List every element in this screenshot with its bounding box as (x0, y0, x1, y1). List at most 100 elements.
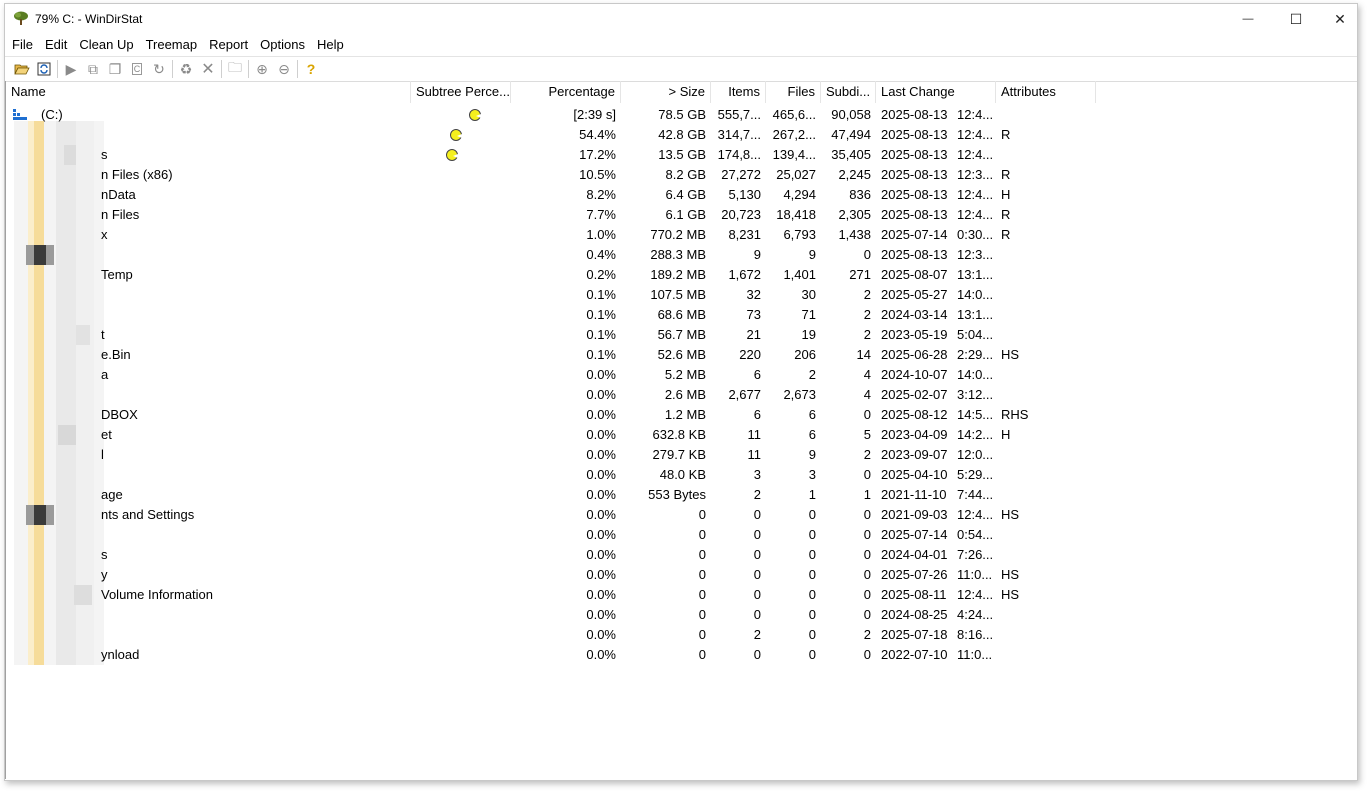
table-row[interactable]: s 0.0% 0 0 0 0 2024-04-01 7:26... (6, 545, 1106, 565)
folder-button[interactable]: 🗀 (224, 59, 246, 79)
row-attributes: H (1001, 187, 1011, 202)
list-rows: (C:) [2:39 s] 78.5 GB 555,7... 465,6... 90,05… (6, 105, 1106, 665)
table-row[interactable]: age 0.0% 553 Bytes 2 1 1 2021-11-10 7:44... (6, 485, 1106, 505)
csv-button[interactable]: C (126, 59, 148, 79)
row-items: 11 (747, 447, 762, 462)
column-items[interactable]: Items (711, 81, 766, 103)
subtree-percentage-pacman (445, 149, 458, 161)
table-row[interactable]: ynload 0.0% 0 0 0 0 2022-07-10 11:0... (6, 645, 1106, 665)
table-row[interactable]: nts and Settings 0.0% 0 0 0 0 2021-09-03 12:4..… (6, 505, 1106, 525)
close-button[interactable]: ✕ (1317, 4, 1357, 34)
table-row[interactable]: 0.0% 0 2 0 2 2025-07-18 8:16... (6, 625, 1106, 645)
row-percentage: 0.0% (586, 487, 616, 502)
redo-icon: ↻ (153, 60, 165, 77)
row-files: 0 (808, 507, 816, 522)
table-row[interactable]: et 0.0% 632.8 KB 11 6 5 2023-04-09 14:2... H (6, 425, 1106, 445)
table-row[interactable]: nData 8.2% 6.4 GB 5,130 4,294 836 2025-08-13 12… (6, 185, 1106, 205)
table-row[interactable]: n Files 7.7% 6.1 GB 20,723 18,418 2,305 2025-0… (6, 205, 1106, 225)
recycle-button[interactable]: ♻ (175, 59, 197, 79)
row-percentage: 0.0% (586, 627, 616, 642)
row-files: 2,673 (783, 387, 816, 402)
table-row[interactable]: Volume Information 0.0% 0 0 0 0 2025-08-11 12:4… (6, 585, 1106, 605)
title-bar[interactable]: 79% C: - WinDirStat — ☐ ✕ (5, 4, 1357, 34)
column-last-change[interactable]: Last Change (876, 81, 996, 103)
column-size[interactable]: > Size (621, 81, 711, 103)
row-name: nData (101, 187, 136, 202)
zoom-out-icon: ⊖ (278, 60, 290, 77)
minimize-button[interactable]: — (1225, 4, 1271, 34)
column-files[interactable]: Files (766, 81, 821, 103)
delete-button[interactable]: ✕ (197, 59, 219, 79)
redo-button[interactable]: ↻ (148, 59, 170, 79)
table-row[interactable]: 0.1% 107.5 MB 32 30 2 2025-05-27 14:0... (6, 285, 1106, 305)
table-row[interactable]: e.Bin 0.1% 52.6 MB 220 206 14 2025-06-28 2:29..… (6, 345, 1106, 365)
row-percentage: 0.0% (586, 527, 616, 542)
menu-clean-up[interactable]: Clean Up (73, 35, 139, 55)
menu-edit[interactable]: Edit (39, 35, 73, 55)
row-name (96, 285, 406, 305)
row-attributes: HS (1001, 567, 1020, 582)
directory-list[interactable]: Name Subtree Perce... Percentage > Size … (5, 81, 1352, 779)
row-subdirs: 47,494 (831, 127, 871, 142)
menu-help[interactable]: Help (311, 35, 350, 55)
table-row[interactable]: 0.0% 2.6 MB 2,677 2,673 4 2025-02-07 3:12... (6, 385, 1106, 405)
menu-report[interactable]: Report (203, 35, 254, 55)
column-name[interactable]: Name (6, 81, 411, 103)
column-percentage[interactable]: Percentage (511, 81, 621, 103)
zoom-out-button[interactable]: ⊖ (273, 59, 295, 79)
menu-options[interactable]: Options (254, 35, 311, 55)
row-time: 14:0... (957, 287, 994, 302)
table-row[interactable]: x 1.0% 770.2 MB 8,231 6,793 1,438 2025-07-14 0:… (6, 225, 1106, 245)
play-button[interactable]: ▶ (60, 59, 82, 79)
table-row[interactable]: DBOX 0.0% 1.2 MB 6 6 0 2025-08-12 14:5... RHS (6, 405, 1106, 425)
help-button[interactable]: ? (300, 59, 322, 79)
row-size: 78.5 GB (658, 107, 706, 122)
row-subdirs: 90,058 (831, 107, 871, 122)
row-time: 12:4... (957, 127, 994, 142)
row-percentage: 0.0% (586, 407, 616, 422)
row-files: 0 (808, 527, 816, 542)
row-attributes (996, 645, 1096, 665)
row-attributes: R (1001, 227, 1011, 242)
table-row[interactable]: 0.0% 0 0 0 0 2024-08-25 4:24... (6, 605, 1106, 625)
row-subdirs: 0 (863, 467, 871, 482)
table-row[interactable]: (C:) [2:39 s] 78.5 GB 555,7... 465,6... 90,05… (6, 105, 1106, 125)
row-percentage: 7.7% (586, 207, 616, 222)
column-subdirs[interactable]: Subdi... (821, 81, 876, 103)
row-subdirs: 2 (863, 307, 871, 322)
row-time: 14:0... (957, 367, 994, 382)
column-attributes[interactable]: Attributes (996, 81, 1096, 103)
row-time: 12:0... (957, 447, 994, 462)
maximize-button[interactable]: ☐ (1273, 4, 1319, 34)
row-name (96, 385, 406, 405)
row-date: 2025-08-13 (881, 147, 948, 162)
table-row[interactable]: l 0.0% 279.7 KB 11 9 2 2023-09-07 12:0... (6, 445, 1106, 465)
row-files: 3 (808, 467, 816, 482)
table-row[interactable]: 54.4% 42.8 GB 314,7... 267,2... 47,494 2025-0… (6, 125, 1106, 145)
table-row[interactable]: Temp 0.2% 189.2 MB 1,672 1,401 271 2025-08-07 1… (6, 265, 1106, 285)
table-row[interactable]: 0.4% 288.3 MB 9 9 0 2025-08-13 12:3... (6, 245, 1106, 265)
table-row[interactable]: y 0.0% 0 0 0 0 2025-07-26 11:0... HS (6, 565, 1106, 585)
table-row[interactable]: s 17.2% 13.5 GB 174,8... 139,4... 35,405 2025-… (6, 145, 1106, 165)
open-button[interactable] (11, 59, 33, 79)
row-time: 13:1... (957, 267, 994, 282)
menu-file[interactable]: File (5, 35, 39, 55)
table-row[interactable]: 0.1% 68.6 MB 73 71 2 2024-03-14 13:1... (6, 305, 1106, 325)
refresh-button[interactable] (33, 59, 55, 79)
row-size: 0 (698, 607, 706, 622)
column-subtree[interactable]: Subtree Perce... (411, 81, 511, 103)
menu-treemap[interactable]: Treemap (140, 35, 204, 55)
row-percentage: 0.0% (586, 427, 616, 442)
table-row[interactable]: 0.0% 48.0 KB 3 3 0 2025-04-10 5:29... (6, 465, 1106, 485)
row-size: 0 (698, 547, 706, 562)
copy-path-button[interactable]: ❐ (104, 59, 126, 79)
row-name (96, 245, 406, 265)
table-row[interactable]: a 0.0% 5.2 MB 6 2 4 2024-10-07 14:0... (6, 365, 1106, 385)
row-items: 2 (753, 487, 761, 502)
zoom-in-button[interactable]: ⊕ (251, 59, 273, 79)
row-percentage: 0.0% (586, 447, 616, 462)
table-row[interactable]: t 0.1% 56.7 MB 21 19 2 2023-05-19 5:04... (6, 325, 1106, 345)
copy-button[interactable]: ⧉ (82, 59, 104, 79)
table-row[interactable]: n Files (x86) 10.5% 8.2 GB 27,272 25,027 2,24… (6, 165, 1106, 185)
table-row[interactable]: 0.0% 0 0 0 0 2025-07-14 0:54... (6, 525, 1106, 545)
